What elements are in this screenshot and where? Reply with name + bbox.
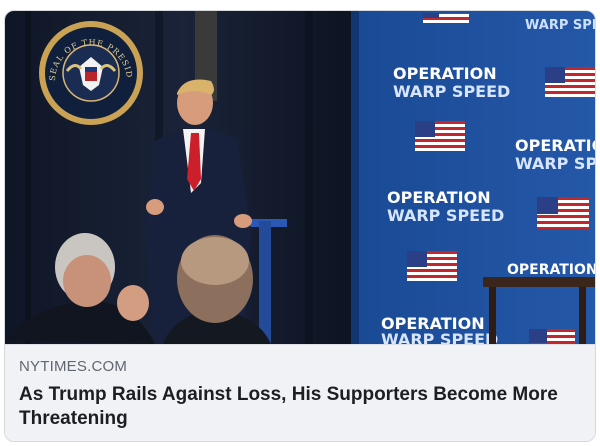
link-preview-card[interactable]: SEAL OF THE PRESIDENT OF THE UNITED STAT…: [4, 10, 596, 442]
backdrop-text-2b: WARP SPEED: [515, 154, 595, 173]
us-flag-icon: [415, 121, 465, 151]
us-flag-icon: [529, 329, 575, 344]
backdrop-text-3a: OPERATION: [387, 188, 491, 207]
source-domain: NYTIMES.COM: [19, 358, 128, 375]
backdrop-text-4a: OPERATION: [507, 262, 595, 278]
article-headline[interactable]: As Trump Rails Against Loss, His Support…: [19, 383, 583, 431]
backdrop-text-3b: WARP SPEED: [387, 206, 504, 225]
backdrop-text-5b: WARP SPEED: [381, 330, 498, 344]
backdrop-text-top: WARP SPEE: [525, 18, 595, 33]
backdrop-text-1a: OPERATION: [393, 64, 497, 83]
us-flag-icon: [407, 251, 457, 281]
backdrop-text-2a: OPERATION: [515, 136, 595, 155]
us-flag-icon: [545, 67, 595, 97]
article-photo[interactable]: SEAL OF THE PRESIDENT OF THE UNITED STAT…: [5, 11, 595, 344]
us-flag-icon: [537, 197, 589, 229]
backdrop-text-1b: WARP SPEED: [393, 82, 510, 101]
link-preview-meta[interactable]: NYTIMES.COM As Trump Rails Against Loss,…: [5, 344, 595, 441]
